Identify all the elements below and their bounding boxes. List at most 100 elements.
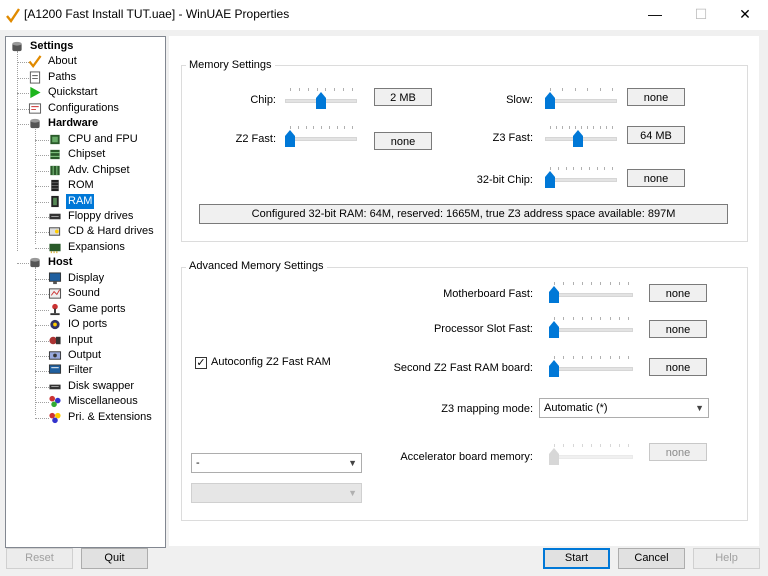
slider-thumb[interactable] (549, 321, 559, 338)
tree-item-label: Game ports (68, 302, 126, 315)
slider-thumb[interactable] (545, 171, 555, 188)
slider-tick (336, 126, 338, 129)
slider-tick (313, 126, 315, 129)
cancel-button[interactable]: Cancel (618, 548, 685, 569)
tree-connector (35, 417, 49, 419)
reset-button[interactable]: Reset (6, 548, 73, 569)
slider-tick (628, 356, 629, 359)
slider-tick (572, 282, 574, 285)
tree-item-label: Pri. & Extensions (68, 410, 152, 423)
slider-tick (596, 167, 598, 170)
slider-track (545, 99, 617, 103)
slider-tick (568, 126, 570, 129)
slider-tick (344, 126, 346, 129)
slider-tick (574, 126, 576, 129)
slider-tick (581, 444, 583, 447)
slider-tick (352, 126, 353, 129)
z3-mapping-value: Automatic (*) (544, 402, 608, 414)
maximize-button[interactable]: ☐ (678, 0, 724, 30)
slider-tick (588, 167, 590, 170)
z2-fast-slider[interactable] (285, 126, 357, 150)
motherboard-fast-slider[interactable] (549, 282, 633, 306)
slider-tick (612, 88, 613, 91)
slider-tick (618, 317, 620, 320)
slider-tick (618, 444, 620, 447)
chip32-value: none (627, 169, 685, 187)
tree-connector (35, 170, 49, 172)
slider-tick (591, 444, 592, 447)
tree-item-label: Output (68, 349, 102, 361)
chip32-label: 32-bit Chip: (476, 174, 533, 186)
start-button[interactable]: Start (543, 548, 610, 569)
slider-tick (352, 88, 353, 91)
slider-tick (554, 317, 555, 320)
input-icon (49, 336, 61, 344)
board-type-select[interactable]: - ▼ (191, 453, 362, 473)
tree-item-label: About (48, 55, 77, 68)
slider-tick (563, 282, 565, 285)
chevron-down-icon: ▼ (348, 488, 357, 498)
slider-tick (599, 88, 601, 91)
slider-tick (600, 317, 602, 320)
slider-thumb[interactable] (285, 130, 295, 147)
slider-tick (618, 282, 620, 285)
tree-item-label: Input (68, 333, 93, 346)
tree-connector (35, 216, 49, 218)
accelerator-slider (549, 444, 633, 468)
slider-tick (563, 356, 565, 359)
slider-tick (307, 88, 309, 91)
quit-button[interactable]: Quit (81, 548, 148, 569)
slider-thumb[interactable] (545, 92, 555, 109)
slider-tick (557, 167, 559, 170)
help-button[interactable]: Help (693, 548, 760, 569)
slider-tick (562, 126, 564, 129)
slider-thumb[interactable] (549, 286, 559, 303)
slider-thumb[interactable] (549, 448, 559, 465)
slider-track (545, 178, 617, 182)
slider-thumb[interactable] (316, 92, 326, 109)
rom-icon (51, 179, 59, 192)
expansions-icon (49, 243, 61, 253)
floppy-drive-icon (49, 213, 61, 220)
z3-mapping-label: Z3 mapping mode: (441, 403, 533, 415)
tree-connector (35, 247, 49, 249)
board-type-value: - (196, 457, 200, 469)
slider-tick (574, 88, 576, 91)
processor-slot-fast-slider[interactable] (549, 317, 633, 341)
slow-value: none (627, 88, 685, 106)
tree-connector (35, 371, 49, 373)
chip32-slider[interactable] (545, 167, 617, 191)
z3-fast-label: Z3 Fast: (492, 132, 533, 144)
close-button[interactable]: ✕ (722, 0, 768, 30)
slider-track (549, 328, 633, 332)
slider-tick (550, 167, 551, 170)
z2-fast-label: Z2 Fast: (235, 133, 276, 145)
tree-item-label: Hardware (48, 117, 99, 130)
memory-settings-title: Memory Settings (186, 59, 275, 71)
second-z2-slider[interactable] (549, 356, 633, 380)
z3-mapping-select[interactable]: Automatic (*) ▼ (539, 398, 709, 418)
slider-tick (581, 317, 583, 320)
chevron-down-icon: ▼ (695, 403, 704, 413)
tree-connector (35, 309, 49, 311)
io-ports-icon (50, 319, 60, 330)
slow-slider[interactable] (545, 88, 617, 112)
tree-connector (35, 232, 49, 234)
advanced-memory-title: Advanced Memory Settings (186, 260, 327, 272)
slider-thumb[interactable] (572, 130, 583, 147)
slider-tick (328, 126, 330, 129)
slider-tick (609, 282, 611, 285)
chip-slider[interactable] (285, 88, 357, 112)
autoconfig-z2-checkbox[interactable]: ✓ (195, 357, 207, 369)
minimize-button[interactable]: — (632, 0, 678, 30)
slider-tick (550, 88, 551, 91)
chevron-down-icon: ▼ (348, 458, 357, 468)
slider-tick (600, 356, 602, 359)
z3-fast-slider[interactable] (545, 126, 617, 150)
slider-track (285, 137, 357, 141)
hard-drive-icon (48, 227, 61, 237)
settings-tree[interactable]: Settings About Paths Quickstart Configuratio… (5, 36, 166, 548)
tree-item-label: Host (48, 256, 73, 269)
slider-thumb[interactable] (549, 360, 559, 377)
slider-tick (612, 167, 613, 170)
